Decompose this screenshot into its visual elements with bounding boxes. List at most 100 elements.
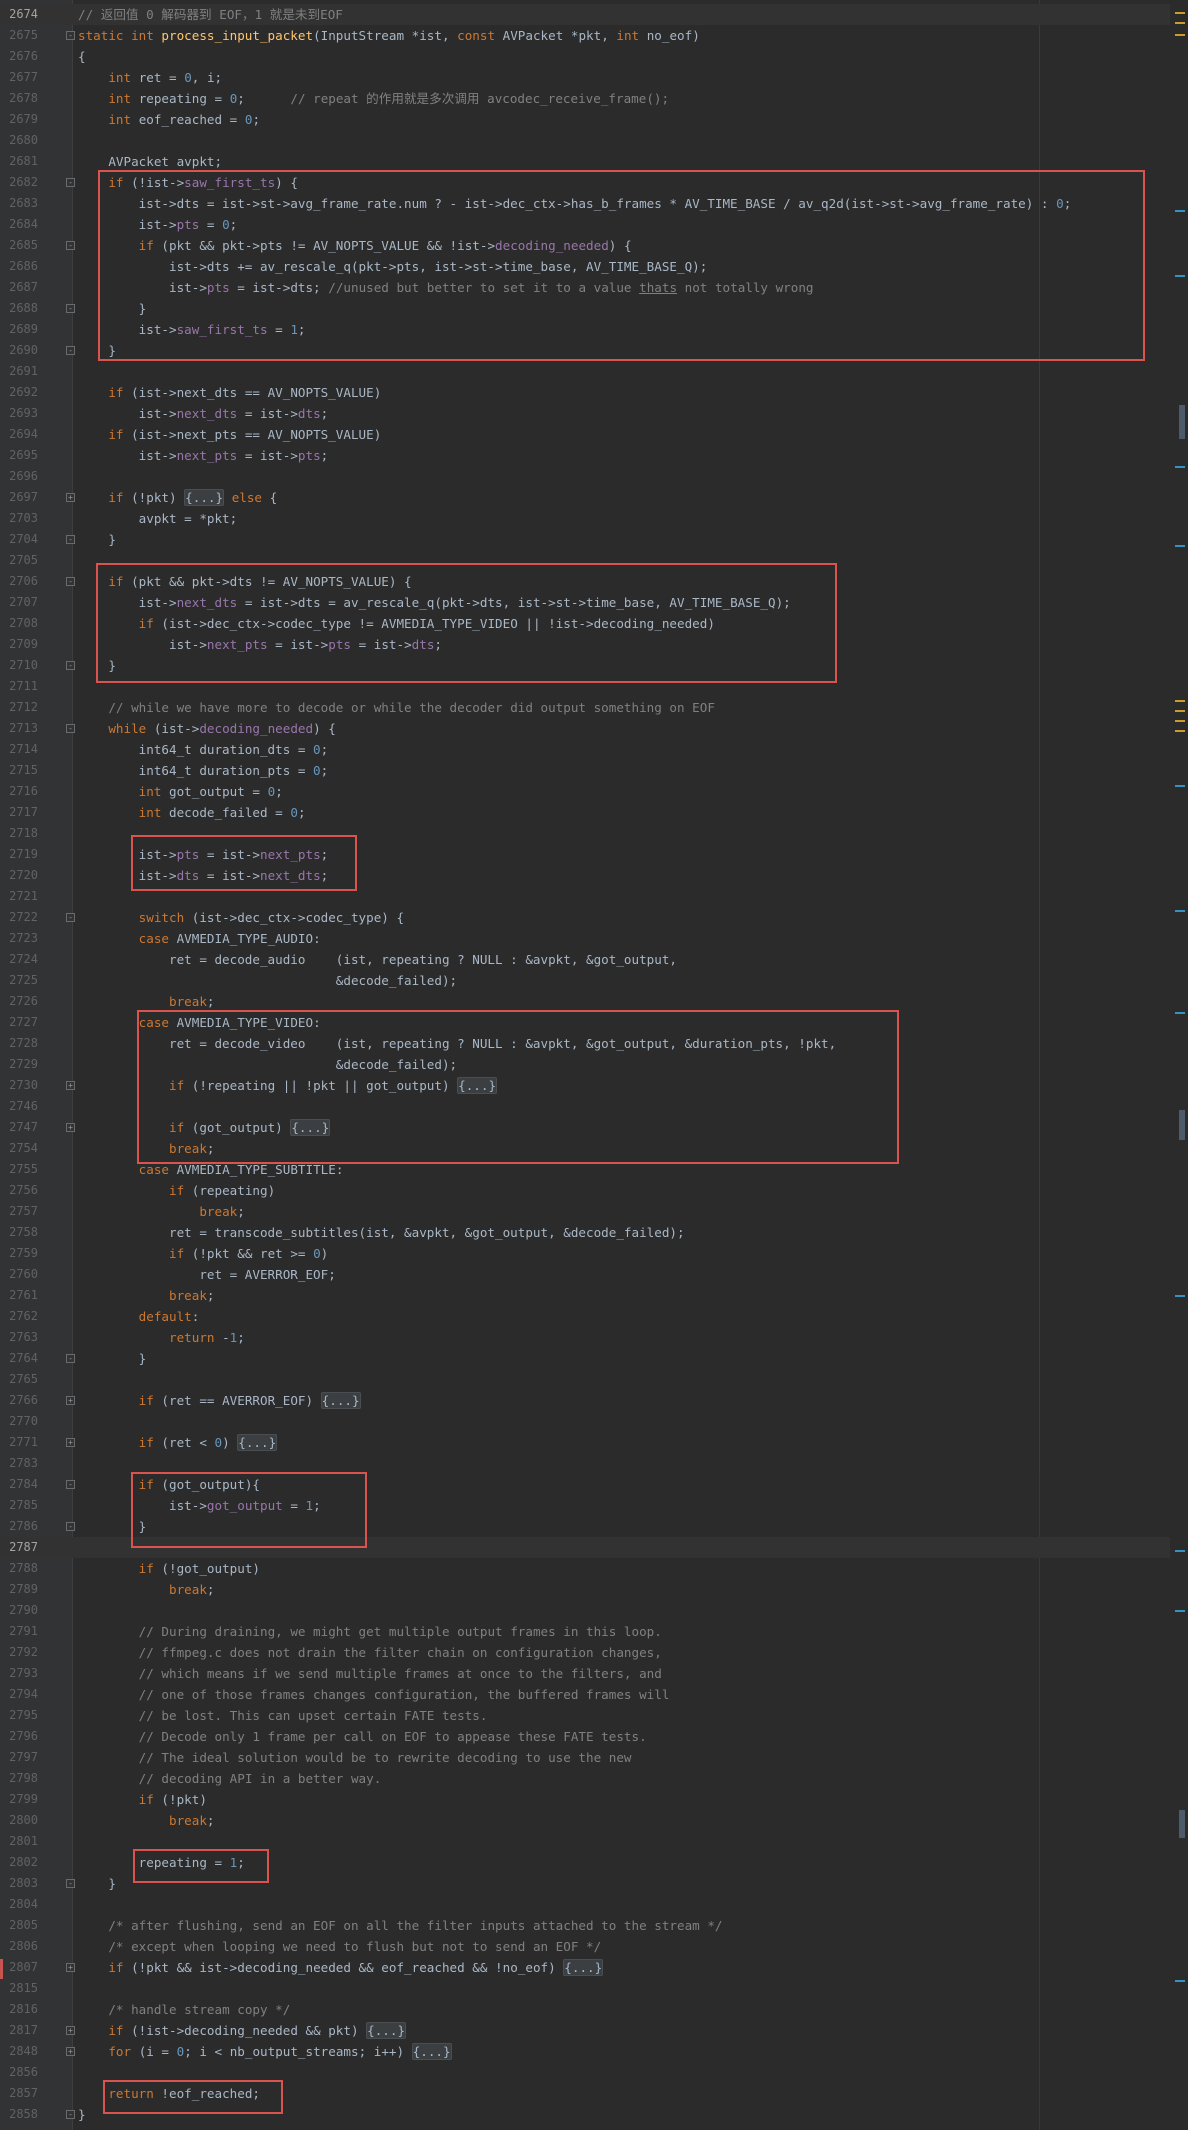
code-line[interactable]: 2806 /* except when looping we need to f… — [0, 1936, 1170, 1957]
code-line[interactable]: 2766 + if (ret == AVERROR_EOF) {...} — [0, 1390, 1170, 1411]
code-text: // The ideal solution would be to rewrit… — [78, 1747, 632, 1768]
code-line[interactable]: 2791 // During draining, we might get mu… — [0, 1621, 1170, 1642]
fold-collapse-icon[interactable]: - — [66, 241, 75, 250]
code-line[interactable]: 2678 int repeating = 0; // repeat 的作用就是多… — [0, 88, 1170, 109]
code-line[interactable]: 2805 /* after flushing, send an EOF on a… — [0, 1915, 1170, 1936]
fold-expand-icon[interactable]: + — [66, 1123, 75, 1132]
code-line[interactable]: 2692 if (ist->next_dts == AV_NOPTS_VALUE… — [0, 382, 1170, 403]
code-line[interactable]: 2680 — [0, 130, 1170, 151]
code-line[interactable]: 2796 // Decode only 1 frame per call on … — [0, 1726, 1170, 1747]
code-line[interactable]: 2788 if (!got_output) — [0, 1558, 1170, 1579]
code-line[interactable]: 2681 AVPacket avpkt; — [0, 151, 1170, 172]
code-line[interactable]: 2696 — [0, 466, 1170, 487]
code-line[interactable]: 2703 avpkt = *pkt; — [0, 508, 1170, 529]
fold-collapse-icon[interactable]: - — [66, 535, 75, 544]
code-line[interactable]: 2762 default: — [0, 1306, 1170, 1327]
fold-collapse-icon[interactable]: - — [66, 1879, 75, 1888]
code-line[interactable]: 2713 - while (ist->decoding_needed) { — [0, 718, 1170, 739]
fold-expand-icon[interactable]: + — [66, 2026, 75, 2035]
fold-collapse-icon[interactable]: - — [66, 1354, 75, 1363]
code-line[interactable]: 2760 ret = AVERROR_EOF; — [0, 1264, 1170, 1285]
code-line[interactable]: 2676 { — [0, 46, 1170, 67]
line-number: 2692 — [9, 385, 38, 399]
code-line[interactable]: 2756 if (repeating) — [0, 1180, 1170, 1201]
fold-collapse-icon[interactable]: - — [66, 724, 75, 733]
code-line[interactable]: 2758 ret = transcode_subtitles(ist, &avp… — [0, 1222, 1170, 1243]
fold-collapse-icon[interactable]: - — [66, 2110, 75, 2119]
folded-code-placeholder[interactable]: {...} — [411, 2043, 452, 2060]
code-line[interactable]: 2817 + if (!ist->decoding_needed && pkt) … — [0, 2020, 1170, 2041]
code-line[interactable]: 2771 + if (ret < 0) {...} — [0, 1432, 1170, 1453]
fold-expand-icon[interactable]: + — [66, 2047, 75, 2056]
line-number: 2709 — [9, 637, 38, 651]
code-line[interactable]: 2783 — [0, 1453, 1170, 1474]
code-line[interactable]: 2691 — [0, 361, 1170, 382]
code-editor[interactable]: 2674// 返回值 0 解码器到 EOF，1 就是未到EOF 2675- stat… — [0, 0, 1188, 2130]
code-line[interactable]: 2722 - switch (ist->dec_ctx->codec_type) … — [0, 907, 1170, 928]
line-number: 2727 — [9, 1015, 38, 1029]
code-line[interactable]: 2798 // decoding API in a better way. — [0, 1768, 1170, 1789]
code-line[interactable]: 2765 — [0, 1369, 1170, 1390]
code-line[interactable]: 2694 if (ist->next_pts == AV_NOPTS_VALUE… — [0, 424, 1170, 445]
fold-expand-icon[interactable]: + — [66, 493, 75, 502]
code-line[interactable]: 2797 // The ideal solution would be to r… — [0, 1747, 1170, 1768]
code-line[interactable]: 2717 int decode_failed = 0; — [0, 802, 1170, 823]
fold-collapse-icon[interactable]: - — [66, 31, 75, 40]
code-line[interactable]: 2723 case AVMEDIA_TYPE_AUDIO: — [0, 928, 1170, 949]
code-line[interactable]: 2679 int eof_reached = 0; — [0, 109, 1170, 130]
code-line[interactable]: 2714 int64_t duration_dts = 0; — [0, 739, 1170, 760]
code-line[interactable]: 2715 int64_t duration_pts = 0; — [0, 760, 1170, 781]
code-line[interactable]: 2792 // ffmpeg.c does not drain the filt… — [0, 1642, 1170, 1663]
code-line[interactable]: 2789 break; — [0, 1579, 1170, 1600]
fold-collapse-icon[interactable]: - — [66, 913, 75, 922]
code-line[interactable]: 2804 — [0, 1894, 1170, 1915]
code-line[interactable]: 2759 if (!pkt && ret >= 0) — [0, 1243, 1170, 1264]
fold-expand-icon[interactable]: + — [66, 1396, 75, 1405]
code-line[interactable]: 2695 ist->next_pts = ist->pts; — [0, 445, 1170, 466]
folded-code-placeholder[interactable]: {...} — [237, 1434, 278, 1451]
fold-collapse-icon[interactable]: - — [66, 661, 75, 670]
code-line[interactable]: 2725 &decode_failed); — [0, 970, 1170, 991]
code-line[interactable]: 2704 - } — [0, 529, 1170, 550]
fold-collapse-icon[interactable]: - — [66, 178, 75, 187]
code-line[interactable]: 2795 // be lost. This can upset certain … — [0, 1705, 1170, 1726]
code-line[interactable]: 2815 — [0, 1978, 1170, 1999]
fold-collapse-icon[interactable]: - — [66, 346, 75, 355]
scrollbar-markers[interactable] — [1170, 0, 1188, 2130]
fold-collapse-icon[interactable]: - — [66, 1522, 75, 1531]
folded-code-placeholder[interactable]: {...} — [563, 1959, 604, 1976]
line-number: 2796 — [9, 1729, 38, 1743]
code-line[interactable]: 2807 + if (!pkt && ist->decoding_needed &… — [0, 1957, 1170, 1978]
code-line[interactable]: 2674 // 返回值 0 解码器到 EOF，1 就是未到EOF — [0, 4, 1170, 25]
code-line[interactable]: 2770 — [0, 1411, 1170, 1432]
folded-code-placeholder[interactable]: {...} — [366, 2022, 407, 2039]
code-line[interactable]: 2848 + for (i = 0; i < nb_output_streams;… — [0, 2041, 1170, 2062]
code-line[interactable]: 2697 + if (!pkt) {...} else { — [0, 487, 1170, 508]
code-line[interactable]: 2757 break; — [0, 1201, 1170, 1222]
code-line[interactable]: 2793 // which means if we send multiple … — [0, 1663, 1170, 1684]
code-line[interactable]: 2677 int ret = 0, i; — [0, 67, 1170, 88]
fold-collapse-icon[interactable]: - — [66, 304, 75, 313]
fold-collapse-icon[interactable]: - — [66, 1480, 75, 1489]
code-line[interactable]: 2764 - } — [0, 1348, 1170, 1369]
code-line[interactable]: 2716 int got_output = 0; — [0, 781, 1170, 802]
code-line[interactable]: 2794 // one of those frames changes conf… — [0, 1684, 1170, 1705]
code-line[interactable]: 2763 return -1; — [0, 1327, 1170, 1348]
line-number: 2754 — [9, 1141, 38, 1155]
code-line[interactable]: 2712 // while we have more to decode or … — [0, 697, 1170, 718]
code-line[interactable]: 2693 ist->next_dts = ist->dts; — [0, 403, 1170, 424]
code-line[interactable]: 2761 break; — [0, 1285, 1170, 1306]
fold-collapse-icon[interactable]: - — [66, 577, 75, 586]
code-line[interactable]: 2800 break; — [0, 1810, 1170, 1831]
fold-expand-icon[interactable]: + — [66, 1963, 75, 1972]
code-line[interactable]: 2724 ret = decode_audio (ist, repeating … — [0, 949, 1170, 970]
code-line[interactable]: 2816 /* handle stream copy */ — [0, 1999, 1170, 2020]
fold-expand-icon[interactable]: + — [66, 1438, 75, 1447]
code-line[interactable]: 2799 if (!pkt) — [0, 1789, 1170, 1810]
fold-expand-icon[interactable]: + — [66, 1081, 75, 1090]
folded-code-placeholder[interactable]: {...} — [184, 489, 225, 506]
code-line[interactable]: 2726 break; — [0, 991, 1170, 1012]
code-line[interactable]: 2790 — [0, 1600, 1170, 1621]
folded-code-placeholder[interactable]: {...} — [320, 1392, 361, 1409]
code-line[interactable]: 2675 - static int process_input_packet(Inp… — [0, 25, 1170, 46]
